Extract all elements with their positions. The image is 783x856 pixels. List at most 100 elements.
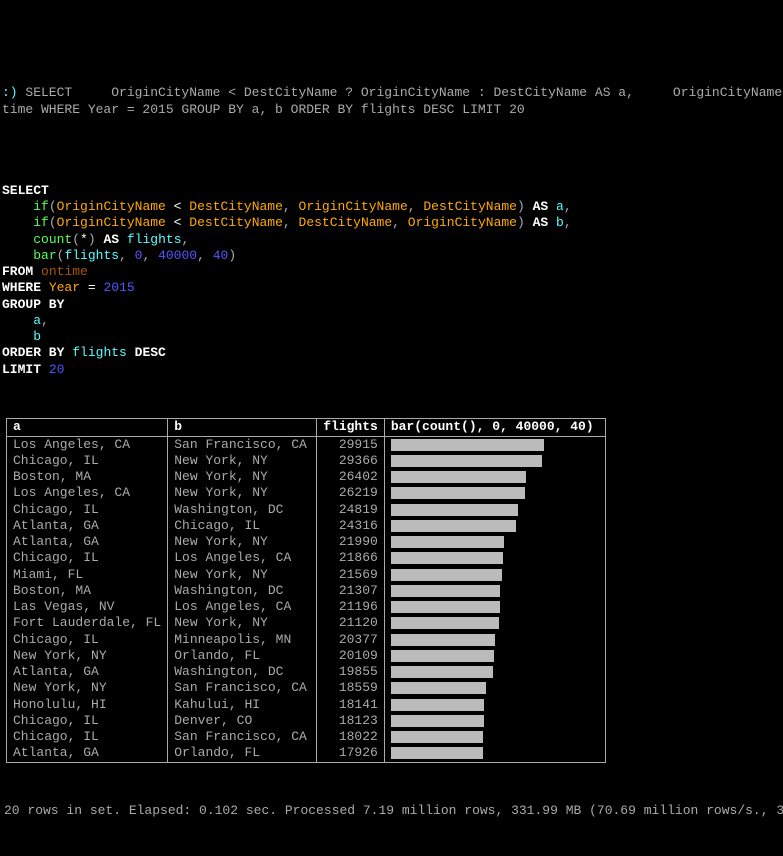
result-table: a b flights bar(count(), 0, 40000, 40) L… bbox=[6, 418, 606, 762]
cell-bar bbox=[384, 485, 605, 501]
cell-b: Orlando, FL bbox=[168, 648, 317, 664]
col-header-a: a bbox=[7, 419, 168, 436]
bar-fill bbox=[391, 504, 518, 516]
cell-b: New York, NY bbox=[168, 469, 317, 485]
comma: , bbox=[564, 199, 572, 214]
cell-b: Denver, CO bbox=[168, 713, 317, 729]
col: DestCityName bbox=[299, 215, 393, 230]
table-row: Chicago, ILNew York, NY29366 bbox=[7, 453, 606, 469]
cell-flights: 18022 bbox=[317, 729, 385, 745]
cell-flights: 29366 bbox=[317, 453, 385, 469]
cell-a: Atlanta, GA bbox=[7, 664, 168, 680]
kw-as: AS bbox=[533, 199, 549, 214]
cell-flights: 21569 bbox=[317, 567, 385, 583]
cell-b: Los Angeles, CA bbox=[168, 550, 317, 566]
cell-flights: 24316 bbox=[317, 518, 385, 534]
cell-a: Atlanta, GA bbox=[7, 518, 168, 534]
table-row: Chicago, ILLos Angeles, CA21866 bbox=[7, 550, 606, 566]
cell-flights: 18559 bbox=[317, 680, 385, 696]
cell-a: Honolulu, HI bbox=[7, 697, 168, 713]
cell-flights: 19855 bbox=[317, 664, 385, 680]
cell-b: Washington, DC bbox=[168, 502, 317, 518]
table-row: Boston, MAWashington, DC21307 bbox=[7, 583, 606, 599]
cell-flights: 21120 bbox=[317, 615, 385, 631]
cell-a: Los Angeles, CA bbox=[7, 485, 168, 501]
table-row: Chicago, ILDenver, CO18123 bbox=[7, 713, 606, 729]
cell-b: San Francisco, CA bbox=[168, 680, 317, 696]
bar-fill bbox=[391, 471, 526, 483]
cell-a: Chicago, IL bbox=[7, 550, 168, 566]
cell-bar bbox=[384, 745, 605, 762]
cell-a: Chicago, IL bbox=[7, 713, 168, 729]
col: DestCityName bbox=[189, 215, 283, 230]
cli-input-echo: :) SELECT OriginCityName < DestCityName … bbox=[2, 85, 781, 118]
kw-as: AS bbox=[533, 215, 549, 230]
kw-groupby: GROUP BY bbox=[2, 297, 64, 312]
bar-fill bbox=[391, 634, 495, 646]
cell-a: Las Vegas, NV bbox=[7, 599, 168, 615]
cell-a: Chicago, IL bbox=[7, 502, 168, 518]
col: OriginCityName bbox=[299, 199, 408, 214]
cell-a: Chicago, IL bbox=[7, 453, 168, 469]
bar-fill bbox=[391, 666, 493, 678]
cell-flights: 21196 bbox=[317, 599, 385, 615]
comma: , bbox=[182, 232, 190, 247]
alias-ref: b bbox=[33, 329, 41, 344]
cell-flights: 21307 bbox=[317, 583, 385, 599]
cell-a: Boston, MA bbox=[7, 583, 168, 599]
table-row: Boston, MANew York, NY26402 bbox=[7, 469, 606, 485]
cell-b: Minneapolis, MN bbox=[168, 632, 317, 648]
cell-a: Miami, FL bbox=[7, 567, 168, 583]
cell-b: New York, NY bbox=[168, 485, 317, 501]
cell-bar bbox=[384, 664, 605, 680]
table-row: New York, NYOrlando, FL20109 bbox=[7, 648, 606, 664]
cell-b: New York, NY bbox=[168, 615, 317, 631]
cell-bar bbox=[384, 729, 605, 745]
cell-bar bbox=[384, 615, 605, 631]
col: OriginCityName bbox=[57, 215, 166, 230]
col: DestCityName bbox=[189, 199, 283, 214]
bar-fill bbox=[391, 487, 525, 499]
comma: , bbox=[564, 215, 572, 230]
cell-b: San Francisco, CA bbox=[168, 729, 317, 745]
op-lt: < bbox=[174, 215, 182, 230]
num-lit: 2015 bbox=[103, 280, 134, 295]
col: Year bbox=[49, 280, 80, 295]
cell-flights: 24819 bbox=[317, 502, 385, 518]
table-row: Los Angeles, CASan Francisco, CA29915 bbox=[7, 436, 606, 453]
bar-fill bbox=[391, 520, 516, 532]
fn-if: if bbox=[33, 199, 49, 214]
col-header-flights: flights bbox=[317, 419, 385, 436]
num-lit: 40000 bbox=[158, 248, 197, 263]
cell-bar bbox=[384, 632, 605, 648]
table-row: Las Vegas, NVLos Angeles, CA21196 bbox=[7, 599, 606, 615]
bar-fill bbox=[391, 682, 486, 694]
alias-ref: flights bbox=[72, 345, 127, 360]
cell-bar bbox=[384, 550, 605, 566]
kw-select: SELECT bbox=[2, 183, 49, 198]
cell-b: New York, NY bbox=[168, 453, 317, 469]
kw-orderby: ORDER BY bbox=[2, 345, 64, 360]
fn-count: count bbox=[33, 232, 72, 247]
kw-as: AS bbox=[103, 232, 119, 247]
cell-a: New York, NY bbox=[7, 648, 168, 664]
cell-flights: 20377 bbox=[317, 632, 385, 648]
cli-input-line2: time WHERE Year = 2015 GROUP BY a, b ORD… bbox=[2, 102, 525, 117]
table-row: Atlanta, GAOrlando, FL17926 bbox=[7, 745, 606, 762]
bar-fill bbox=[391, 536, 504, 548]
table-row: Atlanta, GANew York, NY21990 bbox=[7, 534, 606, 550]
cell-b: San Francisco, CA bbox=[168, 436, 317, 453]
bar-fill bbox=[391, 650, 494, 662]
cell-b: Kahului, HI bbox=[168, 697, 317, 713]
alias-ref: a bbox=[33, 313, 41, 328]
alias: flights bbox=[127, 232, 182, 247]
cell-bar bbox=[384, 567, 605, 583]
col-header-bar: bar(count(), 0, 40000, 40) bbox=[384, 419, 605, 436]
alias-ref: flights bbox=[64, 248, 119, 263]
cell-a: Boston, MA bbox=[7, 469, 168, 485]
cell-bar bbox=[384, 453, 605, 469]
table-row: Honolulu, HIKahului, HI18141 bbox=[7, 697, 606, 713]
cell-flights: 21990 bbox=[317, 534, 385, 550]
cell-b: New York, NY bbox=[168, 567, 317, 583]
fn-bar: bar bbox=[33, 248, 56, 263]
